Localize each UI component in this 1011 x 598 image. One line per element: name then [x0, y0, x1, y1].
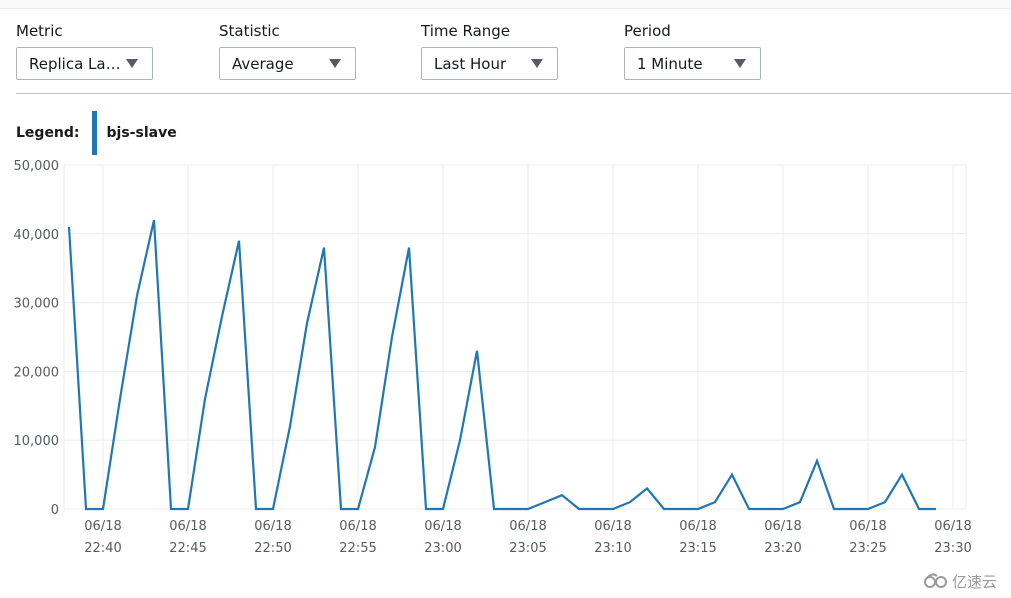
period-value: 1 Minute [637, 54, 703, 73]
caret-down-icon [126, 59, 138, 68]
x-tick-label-date: 06/18 [424, 519, 461, 534]
series-line-bjs-slave [67, 219, 936, 511]
statistic-value: Average [232, 54, 294, 73]
legend-title: Legend: [16, 125, 80, 141]
x-tick-label-date: 06/18 [169, 519, 206, 534]
x-tick-label-time: 23:20 [764, 541, 801, 556]
time-range-label: Time Range [421, 22, 511, 40]
x-tick-label-date: 06/18 [934, 519, 971, 534]
statistic-dropdown[interactable]: Average [219, 47, 356, 80]
plot-frame [63, 164, 967, 510]
top-bar [0, 0, 1011, 9]
y-tick-label: 20,000 [14, 365, 60, 380]
watermark-text: 亿速云 [951, 573, 997, 591]
x-tick-label-date: 06/18 [764, 519, 801, 534]
x-tick-label-time: 23:15 [679, 541, 716, 556]
legend-series-name[interactable]: bjs-slave [107, 125, 177, 141]
series-layer [67, 219, 936, 511]
x-tick-label-time: 22:55 [339, 541, 376, 556]
metric-control: Metric Replica La… [16, 20, 153, 80]
watermark: 亿速云 [923, 571, 997, 592]
statistic-label: Statistic [219, 22, 280, 40]
y-tick-label: 40,000 [14, 228, 60, 243]
x-tick-label-date: 06/18 [679, 519, 716, 534]
y-tick-label: 50,000 [14, 159, 60, 174]
y-tick-label: 0 [51, 503, 59, 518]
metric-dropdown[interactable]: Replica La… [16, 47, 153, 80]
cloud-logo-icon [923, 572, 949, 592]
x-tick-label-date: 06/18 [849, 519, 886, 534]
time-range-dropdown[interactable]: Last Hour [421, 47, 558, 80]
x-tick-label-date: 06/18 [339, 519, 376, 534]
caret-down-icon [329, 59, 341, 68]
x-tick-label-date: 06/18 [84, 519, 121, 534]
y-tick-label: 10,000 [14, 434, 60, 449]
x-tick-label-date: 06/18 [509, 519, 546, 534]
x-tick-label-time: 23:05 [509, 541, 546, 556]
y-tick-label: 30,000 [14, 297, 60, 312]
grid [63, 164, 967, 510]
x-tick-label-time: 23:10 [594, 541, 631, 556]
period-control: Period 1 Minute [624, 20, 761, 80]
line-chart: 0 10,000 20,000 30,000 40,000 50,000 06/18 22:… [14, 159, 972, 556]
caret-down-icon [734, 59, 746, 68]
time-range-control: Time Range Last Hour [421, 20, 558, 80]
legend-swatch [91, 111, 97, 155]
statistic-control: Statistic Average [219, 20, 356, 80]
x-tick-label-time: 22:45 [169, 541, 206, 556]
y-axis: 0 10,000 20,000 30,000 40,000 50,000 [14, 159, 60, 518]
divider [16, 93, 1011, 94]
x-tick-label-time: 23:30 [934, 541, 971, 556]
x-tick-label-time: 23:00 [424, 541, 461, 556]
period-dropdown[interactable]: 1 Minute [624, 47, 761, 80]
period-label: Period [624, 22, 671, 40]
x-tick-label-time: 22:40 [84, 541, 121, 556]
x-tick-label-time: 23:25 [849, 541, 886, 556]
legend: Legend: bjs-slave [16, 111, 177, 155]
metric-value: Replica La… [29, 54, 121, 73]
x-tick-label-date: 06/18 [594, 519, 631, 534]
x-axis: 06/18 22:40 06/18 22:45 06/18 22:50 06/18 22:55… [84, 519, 971, 556]
x-tick-label-date: 06/18 [254, 519, 291, 534]
x-tick-label-time: 22:50 [254, 541, 291, 556]
caret-down-icon [531, 59, 543, 68]
time-range-value: Last Hour [434, 54, 507, 73]
metric-label: Metric [16, 22, 63, 40]
